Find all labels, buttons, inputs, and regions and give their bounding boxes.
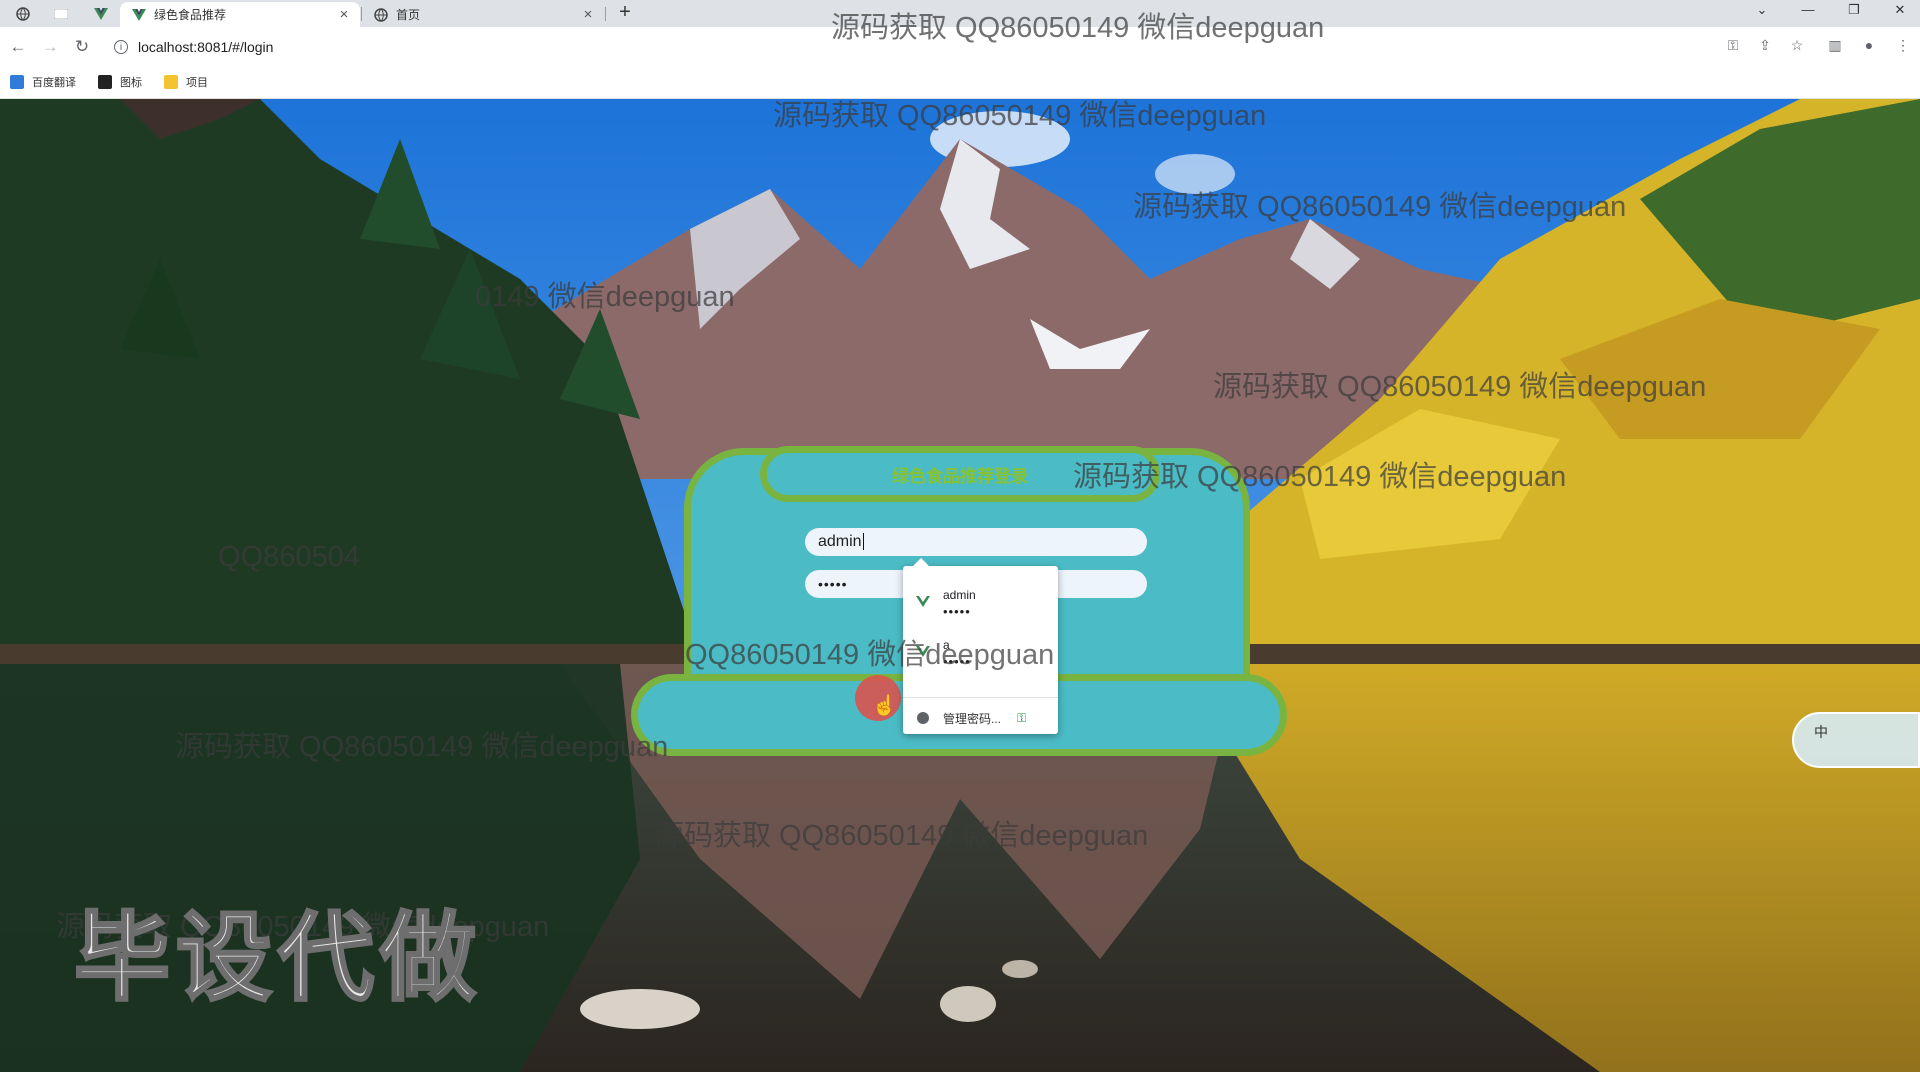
close-icon[interactable]: × (580, 6, 596, 23)
vue-tab-icon[interactable] (88, 3, 114, 25)
tab-title: 首页 (396, 8, 421, 22)
ime-mode: 中 (1814, 724, 1828, 740)
vue-icon (916, 596, 930, 607)
new-tab-button[interactable]: + (614, 2, 636, 24)
autofill-username: admin (943, 588, 976, 602)
text-cursor (862, 533, 864, 550)
tab-separator (605, 7, 606, 21)
globe-icon (374, 7, 388, 22)
globe-icon[interactable] (10, 3, 36, 25)
back-icon[interactable]: ← (6, 35, 30, 59)
tab-separator (361, 7, 362, 21)
watermark-text: 源码获取 QQ86050149 微信deepguan (655, 820, 1149, 852)
close-icon[interactable]: × (336, 6, 352, 23)
translate-icon (10, 75, 24, 89)
username-input[interactable]: admin (805, 528, 1147, 556)
bookmark-label: 图标 (120, 77, 142, 89)
login-title: 绿色食品推荐登录 (892, 466, 1028, 486)
password-value: ••••• (818, 576, 848, 592)
tab-home[interactable]: 首页 × (364, 2, 604, 27)
manage-passwords-label: 管理密码... (943, 711, 1002, 726)
menu-icon[interactable]: ⋮ (1892, 34, 1914, 56)
watermark-text: QQ860504 (218, 541, 360, 573)
minimize-icon[interactable]: — (1788, 0, 1828, 22)
hand-cursor-icon: ☝ (872, 695, 897, 717)
info-icon[interactable]: i (114, 40, 128, 54)
folder-icon (164, 75, 178, 89)
watermark-text: QQ86050149 微信deepguan (685, 639, 1055, 671)
key-icon[interactable]: ⚿ (1722, 34, 1744, 56)
autofill-entry[interactable]: admin ••••• (903, 574, 1058, 620)
stamp-text: 毕设代做 (73, 901, 482, 1016)
watermark-text: 0149 微信deepguan (475, 281, 735, 313)
popup-divider (903, 697, 1058, 698)
watermark-text: 源码获取 QQ86050149 微信deepguan (175, 731, 669, 763)
username-value: admin (818, 533, 862, 550)
star-icon[interactable]: ☆ (1786, 34, 1808, 56)
bookmark-label: 项目 (186, 77, 208, 89)
bookmark-icons[interactable]: 图标 (98, 74, 142, 90)
bookmark-project[interactable]: 项目 (164, 74, 208, 90)
tab-search-icon[interactable]: ⌄ (1742, 0, 1782, 22)
share-icon[interactable]: ⇪ (1754, 34, 1776, 56)
blank-tab-icon[interactable] (48, 3, 74, 25)
tab-green-food[interactable]: 绿色食品推荐 × (120, 2, 360, 27)
close-window-icon[interactable]: ✕ (1880, 0, 1920, 22)
profile-icon[interactable]: ● (1858, 34, 1880, 56)
watermark-text: 源码获取 QQ86050149 微信deepguan (1133, 191, 1627, 223)
chrome-icon (917, 712, 929, 724)
forward-icon[interactable]: → (38, 35, 62, 59)
bookmark-baidu-translate[interactable]: 百度翻译 (10, 74, 76, 90)
manage-passwords-item[interactable]: 管理密码... ⚿ (903, 702, 1058, 734)
vue-icon (132, 8, 146, 21)
side-panel-icon[interactable]: ▥ (1824, 34, 1846, 56)
autofill-password: ••••• (943, 604, 971, 619)
watermark-text: 源码获取 QQ86050149 微信deepguan (1073, 461, 1567, 493)
restore-icon[interactable]: ❐ (1834, 0, 1874, 22)
watermark-text: 源码获取 QQ86050149 微信deepguan (1213, 371, 1707, 403)
key-icon: ⚿ (1017, 710, 1027, 725)
tab-title: 绿色食品推荐 (154, 8, 227, 22)
watermark-text: 源码获取 QQ86050149 微信deepguan (773, 100, 1267, 132)
url-text: localhost:8081/#/login (138, 39, 274, 55)
reload-icon[interactable]: ↻ (70, 35, 94, 59)
bookmark-label: 百度翻译 (32, 77, 76, 89)
popup-caret (913, 558, 929, 566)
image-icon (98, 75, 112, 89)
ime-widget[interactable]: 中 (1792, 712, 1920, 768)
watermark-text: 源码获取 QQ86050149 微信deepguan (831, 12, 1325, 44)
